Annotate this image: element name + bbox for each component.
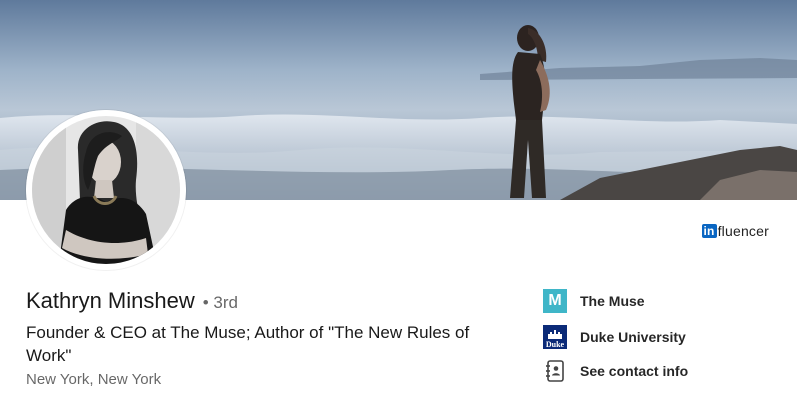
contact-book-icon (546, 360, 564, 382)
the-muse-logo: M (543, 289, 567, 313)
profile-top-card: in fluencer Kathryn Minshew • 3rd Founde… (0, 0, 797, 401)
profile-location: New York, New York (26, 371, 162, 388)
influencer-in-logo: in (701, 224, 717, 238)
profile-headline: Founder & CEO at The Muse; Author of "Th… (26, 323, 470, 365)
profile-photo[interactable] (26, 110, 186, 270)
duke-university-logo: Duke (543, 325, 567, 349)
current-company-label: The Muse (580, 293, 645, 309)
contact-info-label: See contact info (580, 363, 689, 379)
name-row: Kathryn Minshew • 3rd (26, 288, 238, 314)
education-label: Duke University (580, 329, 686, 345)
profile-name: Kathryn Minshew (26, 288, 195, 313)
influencer-label: fluencer (717, 223, 769, 239)
contact-info-link[interactable]: See contact info (543, 360, 688, 382)
education-link[interactable]: Duke Duke University (543, 325, 686, 349)
influencer-badge[interactable]: in fluencer (701, 223, 770, 239)
connection-degree: • 3rd (202, 293, 238, 312)
duke-chapel-icon (548, 330, 562, 339)
current-company-link[interactable]: M The Muse (543, 289, 645, 313)
